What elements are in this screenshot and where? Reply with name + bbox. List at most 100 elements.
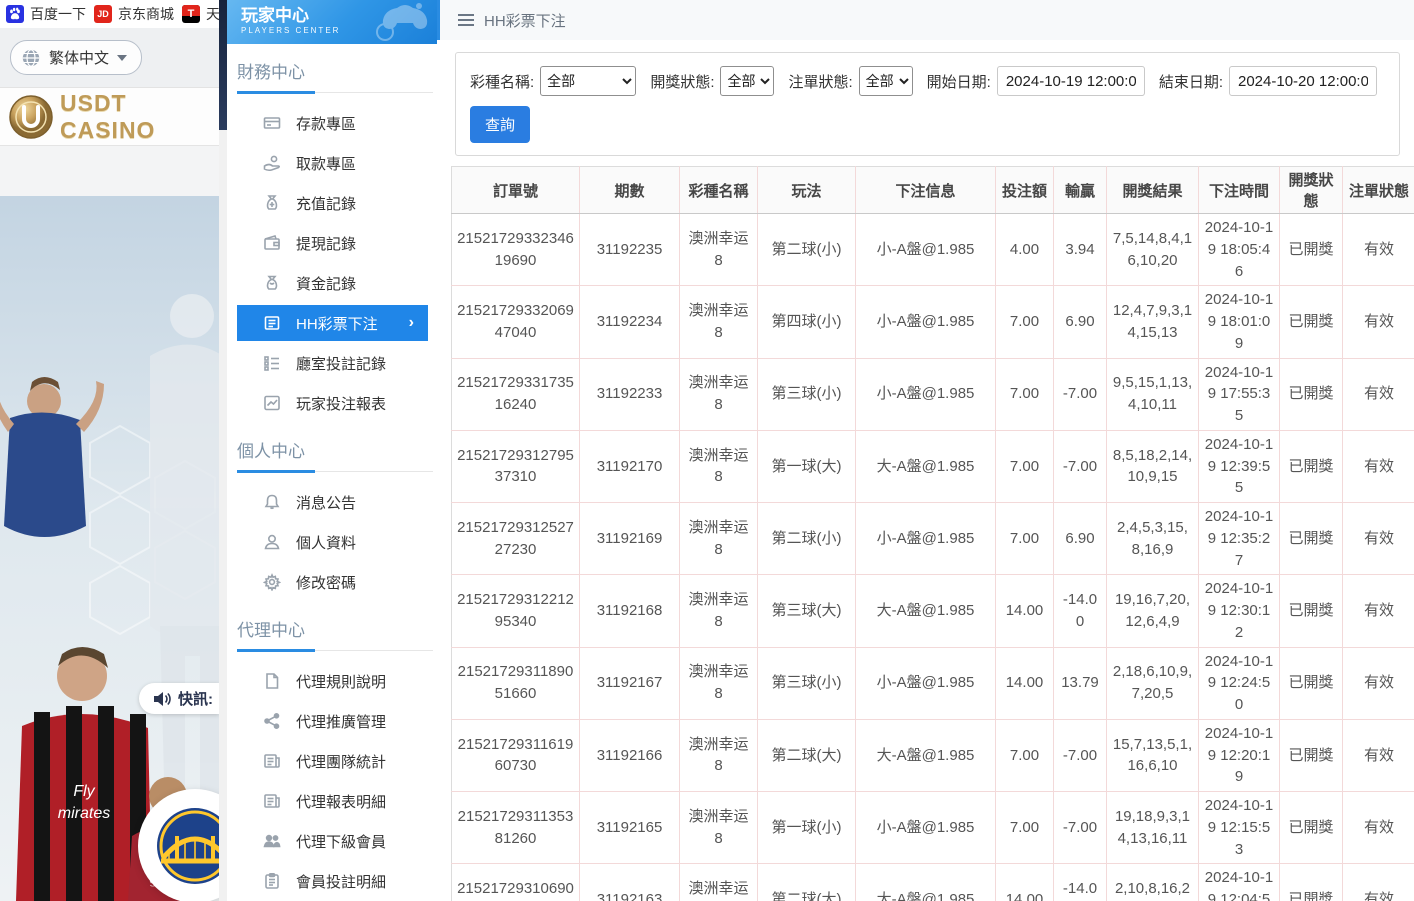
- lottery-select[interactable]: 全部: [540, 66, 636, 96]
- sidebar-item-recharge-record[interactable]: 充值記錄: [237, 183, 428, 223]
- withdraw-hand-icon: [263, 154, 281, 172]
- sidebar-item-label: 提現記錄: [296, 233, 356, 254]
- cell-lottery: 澳洲幸运8: [680, 503, 758, 575]
- funds-record-icon: [263, 274, 281, 292]
- sidebar-item-stats-news[interactable]: 代理團隊統計: [237, 741, 428, 781]
- cell-winloss: 6.90: [1054, 503, 1107, 575]
- order-status-select[interactable]: 全部: [859, 66, 913, 96]
- cell-time: 2024-10-19 12:04:50: [1199, 864, 1280, 901]
- cell-order: 2152172933206947040: [452, 286, 580, 358]
- cell-winloss: -14.00: [1054, 575, 1107, 647]
- sidebar-scrollbar[interactable]: [219, 0, 227, 901]
- sidebar-item-document[interactable]: 代理規則說明: [237, 661, 428, 701]
- cell-play: 第三球(大): [758, 575, 856, 647]
- globe-icon: [21, 48, 41, 68]
- sidebar-menu-list: 存款專區取款專區充值記錄提現記錄資金記錄 HH彩票下注›廳室投註記錄玩家投注報表: [227, 93, 437, 423]
- cell-draw_status: 已開獎: [1280, 719, 1343, 791]
- brand-logo[interactable]: USDT CASINO: [0, 88, 219, 145]
- cell-order: 2152172931135381260: [452, 792, 580, 864]
- sidebar-item-withdraw-record[interactable]: 提現記錄: [237, 223, 428, 263]
- sidebar-item-label: 會員投註明細: [296, 871, 386, 892]
- cell-bet_info: 小-A盤@1.985: [856, 358, 996, 430]
- sidebar-section-title: 財務中心: [237, 58, 433, 93]
- sidebar-item-deposit-card[interactable]: 存款專區: [237, 103, 428, 143]
- cell-order_status: 有效: [1343, 214, 1414, 286]
- cell-bet_info: 小-A盤@1.985: [856, 214, 996, 286]
- sidebar-item-report-news[interactable]: 代理報表明細: [237, 781, 428, 821]
- column-header: 訂單號: [452, 167, 580, 214]
- cell-period: 31192233: [580, 358, 680, 430]
- sidebar-item-withdraw-hand[interactable]: 取款專區: [237, 143, 428, 183]
- deposit-card-icon: [263, 114, 281, 132]
- cell-amount: 14.00: [996, 575, 1054, 647]
- cell-time: 2024-10-19 12:24:50: [1199, 647, 1280, 719]
- table-row: 215217293127953731031192170澳洲幸运8第一球(大)大-…: [452, 430, 1414, 502]
- sidebar-item-label: 資金記錄: [296, 273, 356, 294]
- cell-result: 12,4,7,9,3,14,15,13: [1107, 286, 1199, 358]
- cell-amount: 4.00: [996, 214, 1054, 286]
- end-date-input[interactable]: [1229, 66, 1377, 96]
- sidebar-item-hall-bet-record[interactable]: 廳室投註記錄: [237, 343, 428, 383]
- warriors-logo-icon: [155, 806, 219, 886]
- bookmark-item[interactable]: T天猫: [182, 4, 219, 24]
- sidebar-item-gear[interactable]: 修改密碼: [237, 562, 428, 602]
- sidebar-item-bell[interactable]: 消息公告: [237, 482, 428, 522]
- table-row: 215217293125272723031192169澳洲幸运8第二球(小)小-…: [452, 503, 1414, 575]
- bookmark-label: 百度一下: [30, 4, 86, 24]
- cell-bet_info: 大-A盤@1.985: [856, 430, 996, 502]
- search-button[interactable]: 查詢: [470, 106, 530, 143]
- svg-text:Fly: Fly: [73, 783, 95, 800]
- cell-amount: 7.00: [996, 358, 1054, 430]
- cell-time: 2024-10-19 12:39:55: [1199, 430, 1280, 502]
- draw-status-select[interactable]: 全部: [720, 66, 774, 96]
- sidebar-item-player-report[interactable]: 玩家投注報表: [237, 383, 428, 423]
- cell-period: 31192167: [580, 647, 680, 719]
- language-bar: 繁体中文: [0, 28, 219, 88]
- cell-lottery: 澳洲幸运8: [680, 575, 758, 647]
- bookmark-label: 京东商城: [118, 4, 174, 24]
- language-selector[interactable]: 繁体中文: [10, 40, 142, 75]
- cell-lottery: 澳洲幸运8: [680, 647, 758, 719]
- sidebar-section-title: 個人中心: [237, 437, 433, 472]
- cell-period: 31192170: [580, 430, 680, 502]
- sidebar-item-funds-record[interactable]: 資金記錄: [237, 263, 428, 303]
- cell-draw_status: 已開獎: [1280, 647, 1343, 719]
- stats-news-icon: [263, 752, 281, 770]
- cell-time: 2024-10-19 18:05:46: [1199, 214, 1280, 286]
- cell-result: 19,18,9,3,14,13,16,11: [1107, 792, 1199, 864]
- news-ticker[interactable]: 快訊:: [139, 683, 219, 714]
- sidebar-item-lottery-bet[interactable]: HH彩票下注›: [237, 305, 428, 341]
- cell-order: 2152172933234619690: [452, 214, 580, 286]
- sidebar-item-member-bets[interactable]: 會員投註明細: [237, 861, 428, 901]
- cell-order: 2152172931069032170: [452, 864, 580, 901]
- sidebar-item-members[interactable]: 代理下級會員: [237, 821, 428, 861]
- cell-draw_status: 已開獎: [1280, 503, 1343, 575]
- column-header: 輸贏: [1054, 167, 1107, 214]
- cell-play: 第二球(小): [758, 503, 856, 575]
- bookmark-item[interactable]: JD京东商城: [94, 4, 174, 24]
- share-icon: [263, 712, 281, 730]
- cell-draw_status: 已開獎: [1280, 286, 1343, 358]
- sidebar: 玩家中心 PLAYERS CENTER 財務中心存款專區取款專區充值記錄提現記錄…: [219, 0, 437, 901]
- cell-play: 第二球(大): [758, 719, 856, 791]
- column-header: 下注時間: [1199, 167, 1280, 214]
- sidebar-menu-list: 消息公告個人資料修改密碼: [227, 472, 437, 602]
- cell-winloss: 3.94: [1054, 214, 1107, 286]
- cell-play: 第二球(大): [758, 864, 856, 901]
- bookmark-item[interactable]: 百度一下: [6, 4, 86, 24]
- cell-order_status: 有效: [1343, 430, 1414, 502]
- menu-toggle-icon[interactable]: [458, 14, 474, 26]
- bookmark-label: 天猫: [206, 4, 219, 24]
- cell-draw_status: 已開獎: [1280, 358, 1343, 430]
- cell-bet_info: 小-A盤@1.985: [856, 792, 996, 864]
- cell-lottery: 澳洲幸运8: [680, 719, 758, 791]
- svg-text:mirates: mirates: [58, 805, 110, 822]
- column-header: 期數: [580, 167, 680, 214]
- sidebar-item-user[interactable]: 個人資料: [237, 522, 428, 562]
- start-date-input[interactable]: [997, 66, 1145, 96]
- cell-order_status: 有效: [1343, 719, 1414, 791]
- lottery-bet-icon: [263, 314, 281, 332]
- sidebar-item-share[interactable]: 代理推廣管理: [237, 701, 428, 741]
- coin-logo-icon: [8, 94, 54, 140]
- cell-bet_info: 大-A盤@1.985: [856, 864, 996, 901]
